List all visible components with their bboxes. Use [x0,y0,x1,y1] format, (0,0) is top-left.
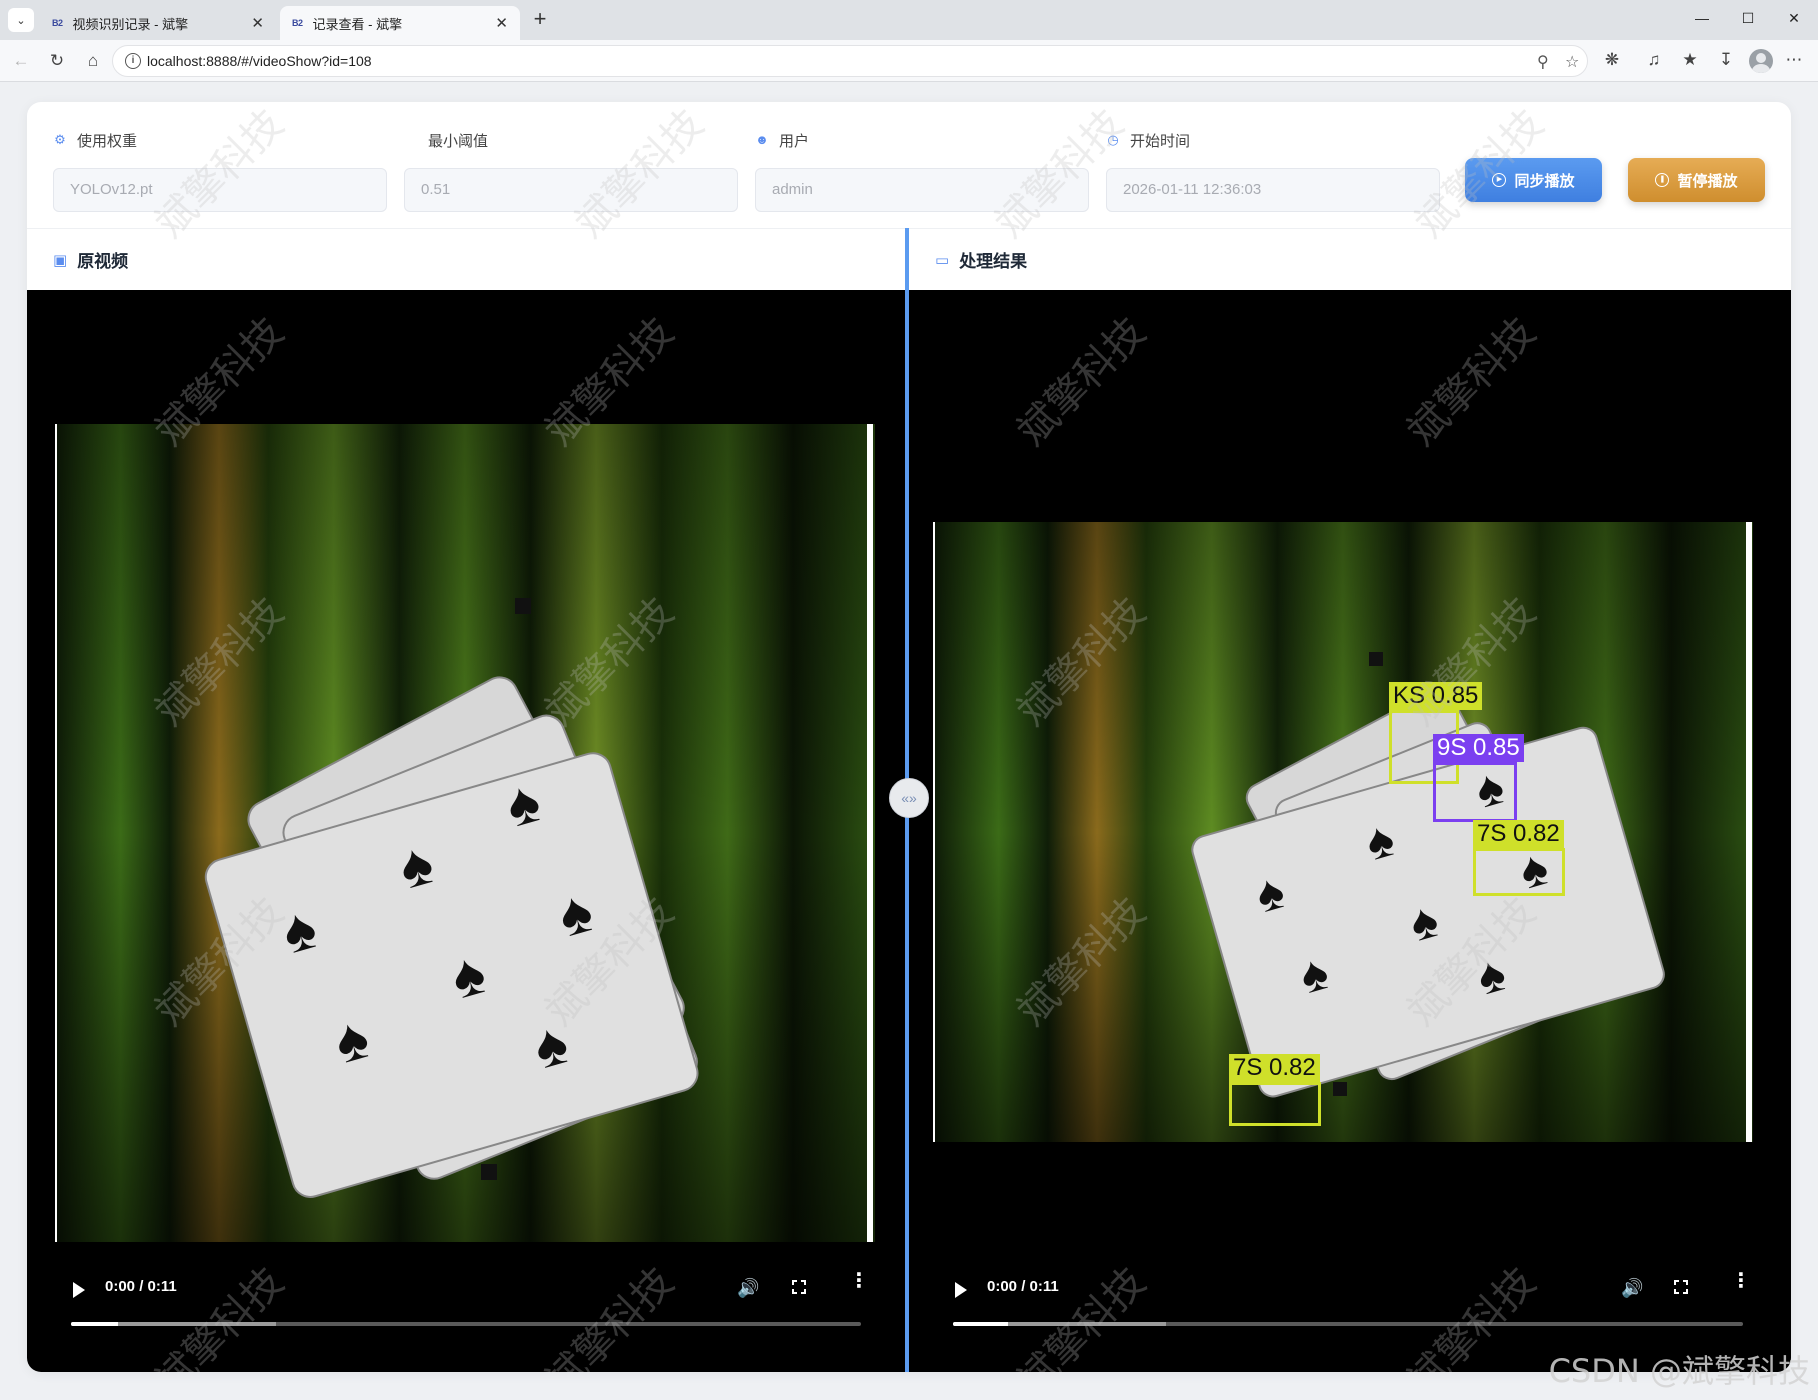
user-input[interactable]: admin [755,168,1089,212]
detection-box [1473,848,1565,896]
threshold-input[interactable]: 0.51 [404,168,738,212]
drag-handle-icon[interactable]: «» [889,778,929,818]
weight-field: ⚙ 使用权重 YOLOv12.pt [53,128,387,212]
volume-icon[interactable]: 🔊 [737,1278,759,1299]
threshold-icon [404,133,418,147]
fullscreen-icon[interactable] [1674,1280,1688,1294]
media-icon[interactable]: ♫ [1642,50,1666,70]
volume-icon[interactable]: 🔊 [1621,1278,1643,1299]
user-label: 用户 [779,132,810,150]
tab-title: 记录查看 - 斌擎 [312,16,403,32]
address-bar[interactable]: i localhost:8888/#/videoShow?id=108 ⚲ ☆ [112,45,1588,77]
back-icon[interactable]: ← [8,48,34,74]
original-video-header: ▣ 原视频 [27,228,905,290]
weight-label: 使用权重 [77,132,138,150]
browser-tab-records[interactable]: B2 视频识别记录 - 斌擎 ✕ [40,6,276,40]
chip-icon: ⚙ [54,132,66,147]
clock-icon: ◷ [1107,132,1119,147]
user-field: ☻ 用户 admin [755,128,1089,212]
window-close-icon[interactable]: ✕ [1784,10,1804,27]
video-camera-icon: ▣ [53,251,68,269]
detection-label: 7S 0.82 [1229,1054,1320,1082]
more-menu-icon[interactable]: ⋯ [1782,50,1806,70]
more-options-icon[interactable]: ⋮ [1731,1271,1751,1291]
footer-credit: CSDN @斌擎科技 [1548,1352,1810,1390]
monitor-icon: ▭ [935,251,950,269]
tab-list-button[interactable]: ⌄ [8,8,34,32]
result-video-title: 处理结果 [959,252,1028,271]
new-tab-button[interactable]: + [528,8,552,32]
more-options-icon[interactable]: ⋮ [849,1271,869,1291]
play-icon[interactable] [955,1282,967,1298]
result-video-frame: ♠ ♠ ♠ ♠ ♠ ♠ ♠ KS 0.85 9S 0.85 7S 0.82 7S… [933,522,1753,1142]
browser-nav-bar: ← ↻ ⌂ i localhost:8888/#/videoShow?id=10… [0,40,1818,82]
site-info-icon[interactable]: i [125,53,141,69]
pause-play-button[interactable]: ❚ 暂停播放 [1628,158,1765,202]
url-text[interactable]: localhost:8888/#/videoShow?id=108 [147,46,372,76]
record-view-card: ⚙ 使用权重 YOLOv12.pt 最小阈值 0.51 ☻ 用户 admin ◷ 开始… [27,102,1791,1372]
detection-box [1433,762,1517,822]
original-video-player[interactable]: ♠ ♠ ♠ ♠ ♠ ♠ ♠ 0:00 / 0:11 🔊 ⋮ 斌擎科技 斌擎科技 … [27,290,905,1372]
video-time: 0:00 / 0:11 [987,1278,1059,1295]
browser-tab-record-view[interactable]: B2 记录查看 - 斌擎 ✕ [280,6,520,40]
extensions-icon[interactable]: ❋ [1600,50,1624,70]
sync-play-label: 同步播放 [1514,172,1575,190]
home-icon[interactable]: ⌂ [80,48,106,74]
page-viewport: ⚙ 使用权重 YOLOv12.pt 最小阈值 0.51 ☻ 用户 admin ◷ 开始… [0,82,1818,1400]
video-time: 0:00 / 0:11 [105,1278,177,1295]
download-icon[interactable]: ↧ [1714,50,1738,70]
played-bar [71,1322,119,1326]
pause-circle-icon: ❚ [1655,173,1670,187]
video-controls: 0:00 / 0:11 🔊 ⋮ [27,1242,905,1372]
weight-input[interactable]: YOLOv12.pt [53,168,387,212]
profile-avatar[interactable] [1749,49,1773,73]
threshold-label: 最小阈值 [428,132,489,150]
maximize-icon[interactable]: ☐ [1738,10,1758,27]
result-video-player[interactable]: ♠ ♠ ♠ ♠ ♠ ♠ ♠ KS 0.85 9S 0.85 7S 0.82 7S… [909,290,1791,1372]
favorite-star-icon[interactable]: ☆ [1565,52,1579,72]
pause-play-label: 暂停播放 [1677,172,1738,190]
play-icon[interactable] [73,1282,85,1298]
result-video-header: ▭ 处理结果 [909,228,1791,290]
played-bar [953,1322,1009,1326]
original-video-title: 原视频 [77,252,129,271]
play-circle-icon: ▶ [1492,173,1507,187]
close-icon[interactable]: ✕ [251,14,264,32]
fullscreen-icon[interactable] [792,1280,806,1294]
watermark-text: 斌擎科技 [1008,308,1155,455]
original-video-frame: ♠ ♠ ♠ ♠ ♠ ♠ ♠ [55,424,875,1242]
start-time-field: ◷ 开始时间 2026-01-11 12:36:03 [1106,128,1440,212]
video-progress-track[interactable] [953,1322,1743,1326]
start-time-input[interactable]: 2026-01-11 12:36:03 [1106,168,1440,212]
collections-icon[interactable]: ★ [1678,50,1702,70]
minimize-icon[interactable]: — [1692,10,1712,26]
user-icon: ☻ [755,132,769,147]
sync-play-button[interactable]: ▶ 同步播放 [1465,158,1602,202]
record-info-bar: ⚙ 使用权重 YOLOv12.pt 最小阈值 0.51 ☻ 用户 admin ◷ 开始… [27,102,1791,228]
detection-label: 9S 0.85 [1433,734,1524,762]
watermark-text: 斌擎科技 [1398,308,1545,455]
detection-label: KS 0.85 [1389,682,1483,710]
browser-tab-bar: ⌄ B2 视频识别记录 - 斌擎 ✕ B2 记录查看 - 斌擎 ✕ + — ☐ … [0,0,1818,40]
video-progress-track[interactable] [71,1322,861,1326]
favicon-icon: B2 [52,18,63,28]
detection-label: 7S 0.82 [1473,820,1564,848]
favicon-icon: B2 [292,18,303,28]
chevron-down-icon: ⌄ [16,14,26,27]
zoom-icon[interactable]: ⚲ [1537,52,1549,72]
threshold-field: 最小阈值 0.51 [404,128,738,212]
reload-icon[interactable]: ↻ [44,48,70,74]
tab-title: 视频识别记录 - 斌擎 [72,16,189,32]
close-icon[interactable]: ✕ [495,14,508,32]
detection-box [1229,1082,1321,1126]
start-time-label: 开始时间 [1130,132,1191,150]
